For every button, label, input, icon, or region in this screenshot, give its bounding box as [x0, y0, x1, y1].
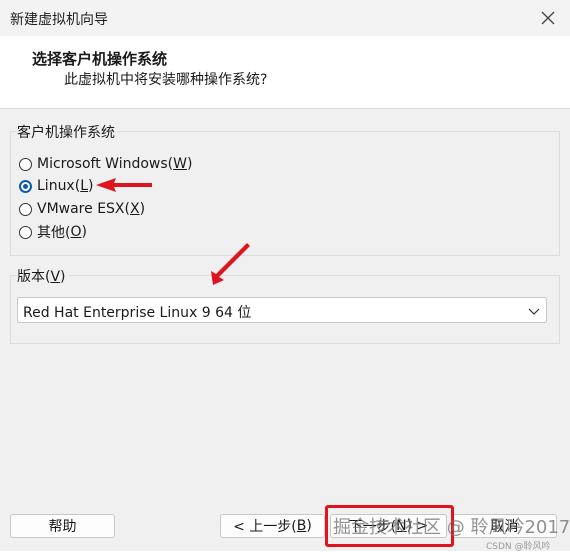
- version-selected-value: Red Hat Enterprise Linux 9 64 位: [23, 305, 252, 321]
- close-icon[interactable]: [536, 6, 560, 30]
- radio-button[interactable]: [19, 202, 32, 216]
- radio-button[interactable]: [19, 225, 32, 239]
- back-button[interactable]: < 上一步(B): [220, 514, 325, 538]
- wizard-body: 客户机操作系统 Microsoft Windows(W) Linux(L) VM…: [0, 109, 570, 552]
- watermark-text: 掘金技术社区 @ 聆风吟2017: [333, 517, 570, 538]
- annotation-arrow-linux: [96, 178, 152, 192]
- radio-button[interactable]: [19, 157, 32, 171]
- radio-other[interactable]: 其他(O): [19, 222, 87, 242]
- page-title: 选择客户机操作系统: [32, 50, 168, 68]
- radio-linux[interactable]: Linux(L): [19, 176, 93, 196]
- help-button[interactable]: 帮助: [10, 514, 115, 538]
- page-subtitle: 此虚拟机中将安装哪种操作系统?: [64, 72, 268, 88]
- radio-windows[interactable]: Microsoft Windows(W): [19, 154, 192, 174]
- annotation-arrow-version: [211, 243, 250, 285]
- window-title: 新建虚拟机向导: [10, 12, 108, 28]
- wizard-header: 选择客户机操作系统 此虚拟机中将安装哪种操作系统?: [0, 36, 570, 109]
- version-select[interactable]: Red Hat Enterprise Linux 9 64 位: [17, 297, 547, 323]
- radio-vmware-esx[interactable]: VMware ESX(X): [19, 199, 145, 219]
- version-group-label: 版本(V): [17, 266, 69, 286]
- title-bar: 新建虚拟机向导: [0, 0, 570, 36]
- watermark-subtext: CSDN @聆风吟: [486, 542, 551, 552]
- guest-os-group-label: 客户机操作系统: [17, 122, 118, 142]
- radio-button-selected[interactable]: [19, 179, 32, 193]
- chevron-down-icon: [528, 305, 540, 321]
